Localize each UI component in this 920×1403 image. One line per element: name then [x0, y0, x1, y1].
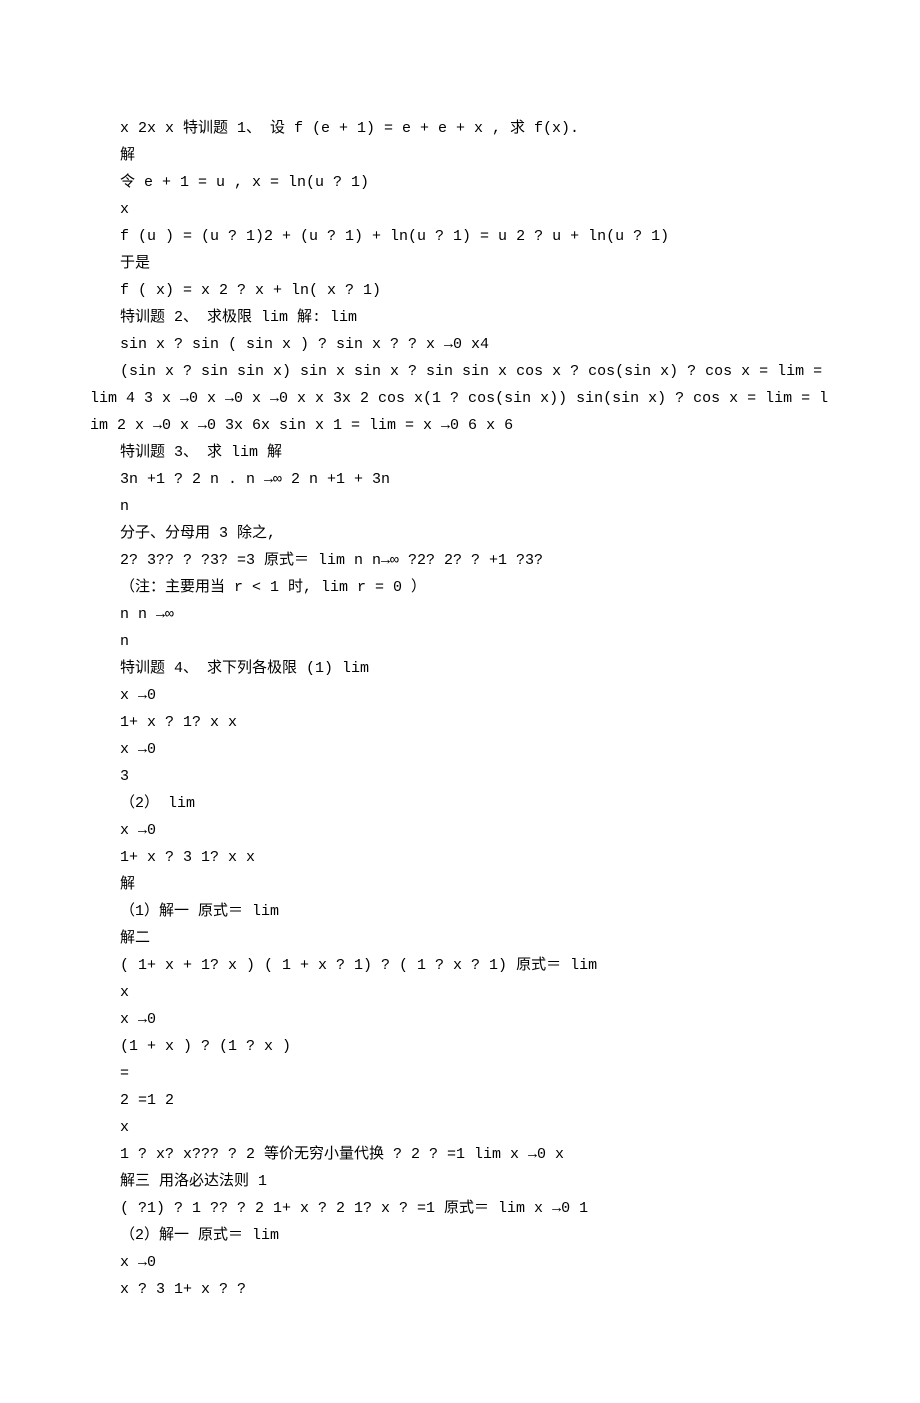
text-line: 1+ x ? 3 1? x x [90, 844, 830, 871]
text-line: x →0 [90, 1006, 830, 1033]
text-line: 令 e + 1 = u , x = ln(u ? 1) [90, 169, 830, 196]
text-line: f ( x) = x 2 ? x + ln( x ? 1) [90, 277, 830, 304]
text-line: ( 1+ x + 1? x ) ( 1 + x ? 1) ? ( 1 ? x ?… [90, 952, 830, 979]
text-line: （注：主要用当 r < 1 时, lim r = 0 ） [90, 574, 830, 601]
text-line: = [90, 1060, 830, 1087]
text-line: （1）解一 原式＝ lim [90, 898, 830, 925]
text-line: 特训题 4、 求下列各极限 (1) lim [90, 655, 830, 682]
text-line: (1 + x ) ? (1 ? x ) [90, 1033, 830, 1060]
text-line: 2? 3?? ? ?3? =3 原式＝ lim n n→∞ ?2? 2? ? +… [90, 547, 830, 574]
text-line: 特训题 2、 求极限 lim 解: lim [90, 304, 830, 331]
text-line: x →0 [90, 736, 830, 763]
text-line: 解三 用洛必达法则 1 [90, 1168, 830, 1195]
text-line: （2）解一 原式＝ lim [90, 1222, 830, 1249]
text-line: x [90, 196, 830, 223]
text-line: 3n +1 ? 2 n . n →∞ 2 n +1 + 3n [90, 466, 830, 493]
text-line: x [90, 1114, 830, 1141]
text-line: x 2x x 特训题 1、 设 f (e + 1) = e + e + x , … [90, 115, 830, 142]
text-line: n [90, 628, 830, 655]
text-line: 3 [90, 763, 830, 790]
text-line: n [90, 493, 830, 520]
text-line: （2） lim [90, 790, 830, 817]
text-line: f (u ) = (u ? 1)2 + (u ? 1) + ln(u ? 1) … [90, 223, 830, 250]
text-line: x ? 3 1+ x ? ? [90, 1276, 830, 1303]
text-line: 1 ? x? x??? ? 2 等价无穷小量代换 ? 2 ? =1 lim x … [90, 1141, 830, 1168]
text-line: 2 =1 2 [90, 1087, 830, 1114]
text-line: n n →∞ [90, 601, 830, 628]
text-line: 解二 [90, 925, 830, 952]
text-line: ( ?1) ? 1 ?? ? 2 1+ x ? 2 1? x ? =1 原式＝ … [90, 1195, 830, 1222]
text-line: 1+ x ? 1? x x [90, 709, 830, 736]
text-line: (sin x ? sin sin x) sin x sin x ? sin si… [90, 358, 830, 439]
text-line: x →0 [90, 1249, 830, 1276]
text-line: 解 [90, 871, 830, 898]
text-line: x →0 [90, 682, 830, 709]
text-line: x →0 [90, 817, 830, 844]
text-line: 解 [90, 142, 830, 169]
text-line: x [90, 979, 830, 1006]
text-line: 特训题 3、 求 lim 解 [90, 439, 830, 466]
text-line: 分子、分母用 3 除之, [90, 520, 830, 547]
text-line: 于是 [90, 250, 830, 277]
document-page: x 2x x 特训题 1、 设 f (e + 1) = e + e + x , … [0, 0, 920, 1403]
text-line: sin x ? sin ( sin x ) ? sin x ? ? x →0 x… [90, 331, 830, 358]
